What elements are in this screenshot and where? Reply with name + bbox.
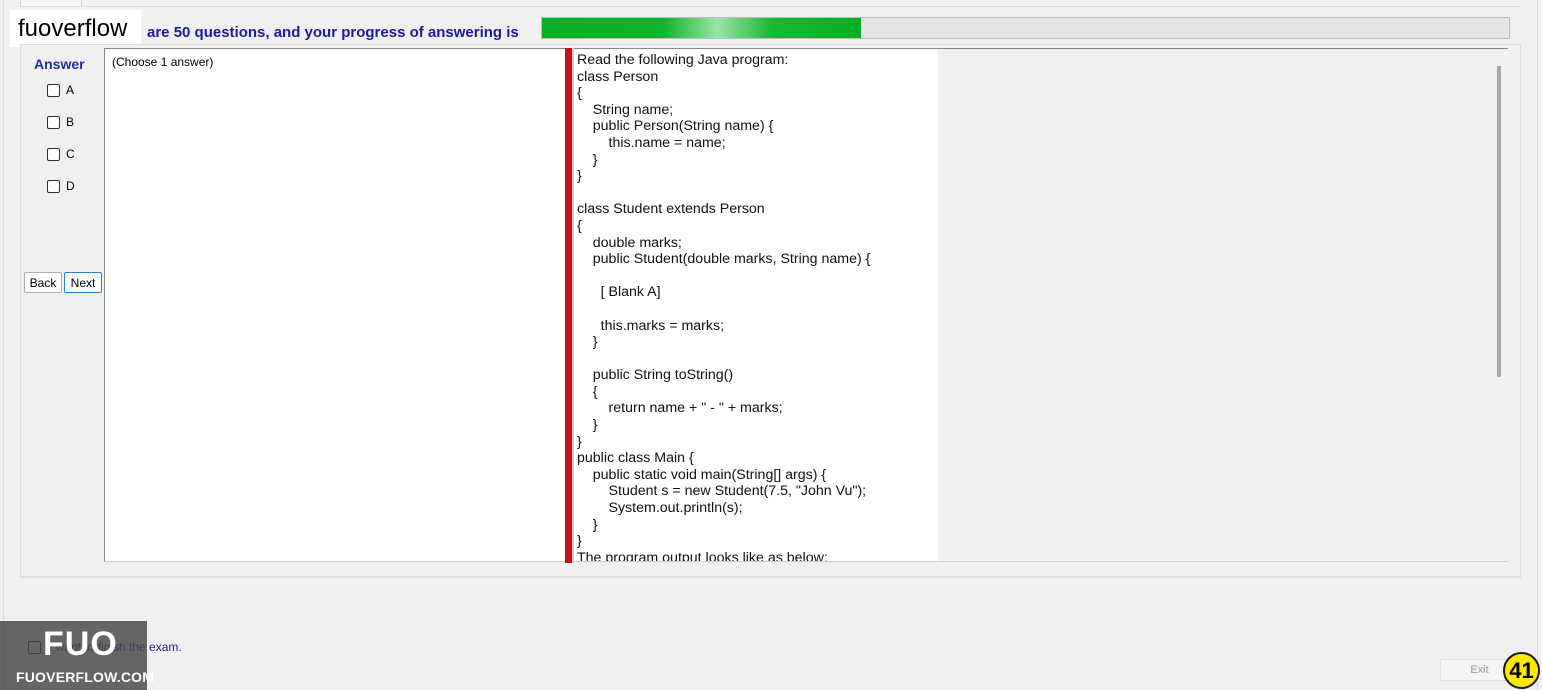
option-b[interactable]: B	[47, 114, 74, 130]
back-button[interactable]: Back	[24, 272, 62, 293]
question-number-badge: 41	[1503, 652, 1540, 689]
progress-bar	[541, 17, 1510, 39]
top-divider	[20, 6, 1520, 7]
pane-splitter[interactable]	[565, 48, 572, 563]
option-d-label: D	[66, 179, 75, 193]
fuo-watermark-badge: FUO FUOVERFLOW.COM	[0, 621, 154, 690]
answer-pane: (Choose 1 answer)	[104, 48, 568, 562]
progress-text: are 50 questions, and your progress of a…	[147, 24, 519, 41]
question-text: Read the following Java program: class P…	[577, 52, 871, 561]
option-b-label: B	[66, 115, 75, 129]
option-a[interactable]: A	[47, 82, 74, 98]
next-button[interactable]: Next	[64, 272, 102, 293]
question-content: Read the following Java program: class P…	[574, 49, 938, 561]
answer-title: Answer	[34, 56, 85, 72]
question-scrollbar[interactable]	[1497, 66, 1501, 377]
panel-bottom-divider	[20, 577, 1521, 578]
site-logo: fuoverflow	[10, 10, 141, 47]
choose-instruction: (Choose 1 answer)	[112, 55, 214, 69]
progress-bar-fill	[542, 18, 862, 38]
option-c-checkbox[interactable]	[47, 147, 60, 161]
option-d-checkbox[interactable]	[47, 179, 60, 193]
option-d[interactable]: D	[47, 178, 75, 194]
fuo-watermark-small: FUOVERFLOW.COM	[16, 669, 155, 685]
option-a-label: A	[66, 83, 75, 97]
option-c-label: C	[66, 147, 75, 161]
option-c[interactable]: C	[47, 146, 75, 162]
option-b-checkbox[interactable]	[47, 115, 60, 129]
fuo-watermark-big: FUO	[43, 625, 118, 663]
option-a-checkbox[interactable]	[47, 83, 60, 97]
